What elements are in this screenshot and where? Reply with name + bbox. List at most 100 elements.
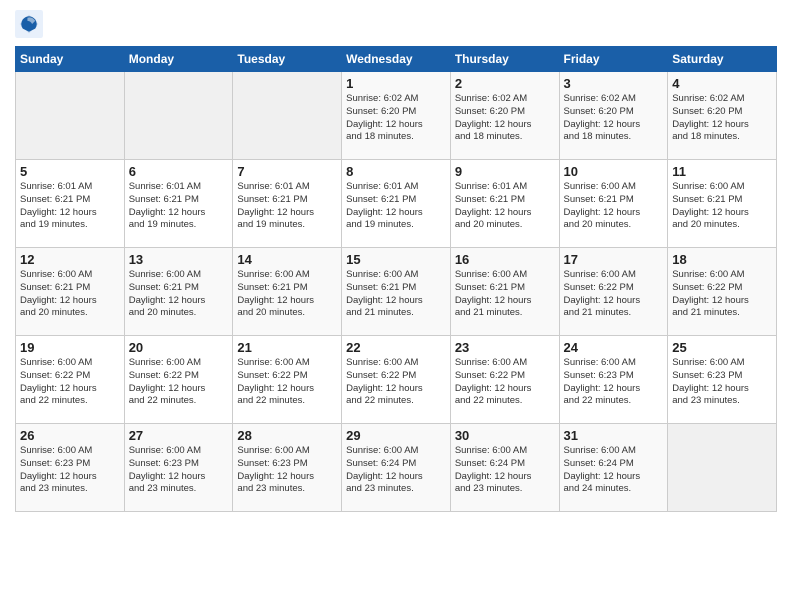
day-cell: 5 Sunrise: 6:01 AM Sunset: 6:21 PM Daylig…: [16, 160, 125, 248]
day-info: Sunrise: 6:00 AM Sunset: 6:22 PM Dayligh…: [20, 357, 120, 408]
day-cell: 11 Sunrise: 6:00 AM Sunset: 6:21 PM Dayli…: [668, 160, 777, 248]
day-info: Sunrise: 6:00 AM Sunset: 6:22 PM Dayligh…: [346, 357, 446, 408]
day-number: 6: [129, 164, 229, 179]
logo-icon: [15, 10, 43, 38]
day-info: Sunrise: 6:01 AM Sunset: 6:21 PM Dayligh…: [20, 181, 120, 232]
day-cell: 17 Sunrise: 6:00 AM Sunset: 6:22 PM Dayli…: [559, 248, 668, 336]
day-cell: 3 Sunrise: 6:02 AM Sunset: 6:20 PM Daylig…: [559, 72, 668, 160]
header-cell-sunday: Sunday: [16, 47, 125, 72]
day-info: Sunrise: 6:00 AM Sunset: 6:22 PM Dayligh…: [455, 357, 555, 408]
day-info: Sunrise: 6:00 AM Sunset: 6:21 PM Dayligh…: [564, 181, 664, 232]
day-cell: 22 Sunrise: 6:00 AM Sunset: 6:22 PM Dayli…: [342, 336, 451, 424]
week-row-4: 19 Sunrise: 6:00 AM Sunset: 6:22 PM Dayli…: [16, 336, 777, 424]
day-cell: 10Sunrise: 6:00 AM Sunset: 6:21 PM Dayli…: [559, 160, 668, 248]
day-number: 2: [455, 76, 555, 91]
day-cell: 20 Sunrise: 6:00 AM Sunset: 6:22 PM Dayli…: [124, 336, 233, 424]
day-number: 23: [455, 340, 555, 355]
day-cell: [233, 72, 342, 160]
day-cell: [124, 72, 233, 160]
day-cell: 8 Sunrise: 6:01 AM Sunset: 6:21 PM Daylig…: [342, 160, 451, 248]
day-cell: [668, 424, 777, 512]
day-number: 5: [20, 164, 120, 179]
day-info: Sunrise: 6:01 AM Sunset: 6:21 PM Dayligh…: [455, 181, 555, 232]
day-number: 4: [672, 76, 772, 91]
day-number: 11: [672, 164, 772, 179]
day-info: Sunrise: 6:02 AM Sunset: 6:20 PM Dayligh…: [672, 93, 772, 144]
week-row-5: 26 Sunrise: 6:00 AM Sunset: 6:23 PM Dayli…: [16, 424, 777, 512]
day-cell: 4 Sunrise: 6:02 AM Sunset: 6:20 PM Daylig…: [668, 72, 777, 160]
day-number: 28: [237, 428, 337, 443]
week-row-3: 12 Sunrise: 6:00 AM Sunset: 6:21 PM Dayli…: [16, 248, 777, 336]
day-number: 16: [455, 252, 555, 267]
day-info: Sunrise: 6:00 AM Sunset: 6:21 PM Dayligh…: [455, 269, 555, 320]
header-cell-thursday: Thursday: [450, 47, 559, 72]
day-number: 13: [129, 252, 229, 267]
header-cell-friday: Friday: [559, 47, 668, 72]
day-number: 14: [237, 252, 337, 267]
header-cell-tuesday: Tuesday: [233, 47, 342, 72]
day-cell: 14 Sunrise: 6:00 AM Sunset: 6:21 PM Dayli…: [233, 248, 342, 336]
day-cell: 6Sunrise: 6:01 AM Sunset: 6:21 PM Daylig…: [124, 160, 233, 248]
day-cell: 9 Sunrise: 6:01 AM Sunset: 6:21 PM Daylig…: [450, 160, 559, 248]
day-number: 24: [564, 340, 664, 355]
day-info: Sunrise: 6:00 AM Sunset: 6:23 PM Dayligh…: [129, 445, 229, 496]
day-cell: 29 Sunrise: 6:00 AM Sunset: 6:24 PM Dayli…: [342, 424, 451, 512]
day-cell: 19 Sunrise: 6:00 AM Sunset: 6:22 PM Dayli…: [16, 336, 125, 424]
day-info: Sunrise: 6:00 AM Sunset: 6:22 PM Dayligh…: [129, 357, 229, 408]
header-cell-wednesday: Wednesday: [342, 47, 451, 72]
day-info: Sunrise: 6:00 AM Sunset: 6:21 PM Dayligh…: [237, 269, 337, 320]
day-number: 26: [20, 428, 120, 443]
day-cell: 21 Sunrise: 6:00 AM Sunset: 6:22 PM Dayli…: [233, 336, 342, 424]
day-info: Sunrise: 6:00 AM Sunset: 6:23 PM Dayligh…: [20, 445, 120, 496]
day-number: 21: [237, 340, 337, 355]
day-info: Sunrise: 6:02 AM Sunset: 6:20 PM Dayligh…: [455, 93, 555, 144]
day-number: 1: [346, 76, 446, 91]
day-cell: 1 Sunrise: 6:02 AM Sunset: 6:20 PM Daylig…: [342, 72, 451, 160]
day-number: 17: [564, 252, 664, 267]
day-number: 20: [129, 340, 229, 355]
day-info: Sunrise: 6:00 AM Sunset: 6:23 PM Dayligh…: [237, 445, 337, 496]
day-number: 22: [346, 340, 446, 355]
day-info: Sunrise: 6:00 AM Sunset: 6:23 PM Dayligh…: [564, 357, 664, 408]
day-info: Sunrise: 6:01 AM Sunset: 6:21 PM Dayligh…: [346, 181, 446, 232]
week-row-2: 5 Sunrise: 6:01 AM Sunset: 6:21 PM Daylig…: [16, 160, 777, 248]
day-number: 19: [20, 340, 120, 355]
day-number: 12: [20, 252, 120, 267]
day-cell: 15Sunrise: 6:00 AM Sunset: 6:21 PM Dayli…: [342, 248, 451, 336]
day-number: 29: [346, 428, 446, 443]
header-row: SundayMondayTuesdayWednesdayThursdayFrid…: [16, 47, 777, 72]
day-number: 3: [564, 76, 664, 91]
day-cell: 24 Sunrise: 6:00 AM Sunset: 6:23 PM Dayli…: [559, 336, 668, 424]
day-number: 9: [455, 164, 555, 179]
day-info: Sunrise: 6:00 AM Sunset: 6:21 PM Dayligh…: [20, 269, 120, 320]
day-number: 8: [346, 164, 446, 179]
day-cell: 28 Sunrise: 6:00 AM Sunset: 6:23 PM Dayli…: [233, 424, 342, 512]
day-info: Sunrise: 6:00 AM Sunset: 6:24 PM Dayligh…: [564, 445, 664, 496]
day-info: Sunrise: 6:00 AM Sunset: 6:21 PM Dayligh…: [672, 181, 772, 232]
day-info: Sunrise: 6:00 AM Sunset: 6:22 PM Dayligh…: [564, 269, 664, 320]
day-number: 7: [237, 164, 337, 179]
day-info: Sunrise: 6:00 AM Sunset: 6:24 PM Dayligh…: [346, 445, 446, 496]
day-cell: 31 Sunrise: 6:00 AM Sunset: 6:24 PM Dayli…: [559, 424, 668, 512]
day-number: 25: [672, 340, 772, 355]
day-cell: 18 Sunrise: 6:00 AM Sunset: 6:22 PM Dayli…: [668, 248, 777, 336]
day-info: Sunrise: 6:00 AM Sunset: 6:23 PM Dayligh…: [672, 357, 772, 408]
day-number: 18: [672, 252, 772, 267]
header-cell-saturday: Saturday: [668, 47, 777, 72]
day-number: 31: [564, 428, 664, 443]
day-info: Sunrise: 6:00 AM Sunset: 6:21 PM Dayligh…: [129, 269, 229, 320]
day-cell: 26 Sunrise: 6:00 AM Sunset: 6:23 PM Dayli…: [16, 424, 125, 512]
calendar-table: SundayMondayTuesdayWednesdayThursdayFrid…: [15, 46, 777, 512]
day-number: 15: [346, 252, 446, 267]
day-info: Sunrise: 6:00 AM Sunset: 6:22 PM Dayligh…: [237, 357, 337, 408]
day-cell: 12 Sunrise: 6:00 AM Sunset: 6:21 PM Dayli…: [16, 248, 125, 336]
day-cell: 27Sunrise: 6:00 AM Sunset: 6:23 PM Dayli…: [124, 424, 233, 512]
week-row-1: 1 Sunrise: 6:02 AM Sunset: 6:20 PM Daylig…: [16, 72, 777, 160]
day-cell: 25 Sunrise: 6:00 AM Sunset: 6:23 PM Dayli…: [668, 336, 777, 424]
day-info: Sunrise: 6:00 AM Sunset: 6:22 PM Dayligh…: [672, 269, 772, 320]
day-info: Sunrise: 6:02 AM Sunset: 6:20 PM Dayligh…: [346, 93, 446, 144]
day-info: Sunrise: 6:00 AM Sunset: 6:24 PM Dayligh…: [455, 445, 555, 496]
page-container: SundayMondayTuesdayWednesdayThursdayFrid…: [0, 0, 792, 522]
day-info: Sunrise: 6:02 AM Sunset: 6:20 PM Dayligh…: [564, 93, 664, 144]
day-cell: 2 Sunrise: 6:02 AM Sunset: 6:20 PM Daylig…: [450, 72, 559, 160]
